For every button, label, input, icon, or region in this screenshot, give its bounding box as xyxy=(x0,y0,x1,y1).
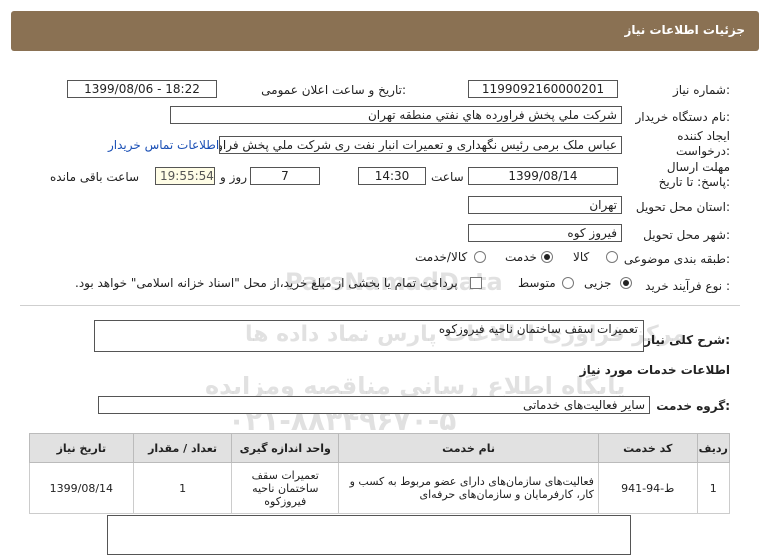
col-header-index: ردیف xyxy=(696,433,731,463)
province-field: تهران xyxy=(468,196,622,214)
buyer-contact-link[interactable]: اطلاعات تماس خریدار xyxy=(108,138,219,152)
category-radio-goods[interactable] xyxy=(606,251,618,263)
city-field: فیروز کوه xyxy=(468,224,622,242)
buyer-label: نام دستگاه خریدار: xyxy=(635,110,731,124)
table-row: 1 ط-94-941 فعالیت‌های سازمان‌های دارای ع… xyxy=(29,462,731,514)
description-field: تعمیرات سقف ساختمان ناحیه فیروزکوه xyxy=(94,320,644,352)
cell-name: فعالیت‌های سازمان‌های دارای عضو مربوط به… xyxy=(338,462,599,514)
announce-field: 1399/08/06 - 18:22 xyxy=(67,80,217,98)
cell-index: 1 xyxy=(696,462,731,514)
col-header-date: تاریخ نیاز xyxy=(29,433,134,463)
divider xyxy=(20,305,740,306)
category-option-goods: کالا xyxy=(573,250,590,264)
treasury-payment-text: پرداخت تمام یا بخشی از مبلغ خرید،از محل … xyxy=(75,276,458,290)
remaining-time-field: 19:55:54 xyxy=(155,167,215,185)
cell-qty: 1 xyxy=(132,462,233,514)
col-header-qty: تعداد / مقدار xyxy=(132,433,233,463)
notes-box xyxy=(107,515,631,555)
description-text: تعمیرات سقف ساختمان ناحیه فیروزکوه xyxy=(438,322,638,336)
services-section-title: اطلاعات خدمات مورد نیاز xyxy=(579,363,730,377)
process-option-minor: جزیی xyxy=(584,276,612,290)
creator-field: عباس ملک برمی رئیس نگهداری و تعمیرات انب… xyxy=(219,136,622,154)
col-header-name: نام خدمت xyxy=(338,433,599,463)
cell-code: ط-94-941 xyxy=(597,462,698,514)
category-option-goods-service: کالا/خدمت xyxy=(415,250,468,264)
deadline-time-label: ساعت xyxy=(431,170,464,184)
deadline-label: مهلت ارسال پاسخ: تا تاریخ: xyxy=(658,160,730,189)
city-label: شهر محل تحویل: xyxy=(643,228,730,242)
category-label: طبقه بندی موضوعی: xyxy=(623,252,730,266)
need-number-label: شماره نیاز: xyxy=(672,83,730,97)
cell-date: 1399/08/14 xyxy=(29,462,134,514)
deadline-date-field: 1399/08/14 xyxy=(468,167,618,185)
process-radio-medium[interactable] xyxy=(562,277,574,289)
days-field: 7 xyxy=(250,167,320,185)
creator-label: ایجاد کننده درخواست: xyxy=(676,129,730,158)
description-label: شرح کلی نیاز: xyxy=(644,333,730,347)
category-radio-goods-service[interactable] xyxy=(474,251,486,263)
services-table: ردیف کد خدمت نام خدمت واحد اندازه گیری ت… xyxy=(29,433,731,514)
treasury-payment-checkbox[interactable] xyxy=(470,277,482,289)
page-title: جزئیات اطلاعات نیاز xyxy=(624,23,745,37)
table-header-row: ردیف کد خدمت نام خدمت واحد اندازه گیری ت… xyxy=(29,433,731,463)
service-group-field: سایر فعالیت‌های خدماتی xyxy=(98,396,650,414)
category-radio-service[interactable] xyxy=(541,251,553,263)
need-number-field: 1199092160000201 xyxy=(468,80,618,98)
category-option-service: خدمت xyxy=(505,250,537,264)
province-label: استان محل تحویل: xyxy=(635,200,730,214)
page-header: جزئیات اطلاعات نیاز xyxy=(11,11,759,51)
service-group-label: گروه خدمت: xyxy=(656,399,730,413)
announce-label: تاریخ و ساعت اعلان عمومی: xyxy=(261,83,406,97)
buyer-field: شرکت ملي پخش فراورده هاي نفتي منطقه تهرا… xyxy=(170,106,622,124)
col-header-unit: واحد اندازه گیری xyxy=(231,433,340,463)
cell-unit: تعمیرات سقف ساختمان ناحیه فیروزکوه xyxy=(231,462,340,514)
remaining-label: ساعت باقی مانده xyxy=(50,170,140,184)
days-label: روز و xyxy=(220,170,247,184)
col-header-code: کد خدمت xyxy=(597,433,698,463)
process-radio-minor[interactable] xyxy=(620,277,632,289)
deadline-time-field: 14:30 xyxy=(358,167,426,185)
process-label: نوع فرآیند خرید : xyxy=(645,279,730,293)
process-option-medium: متوسط xyxy=(518,276,556,290)
